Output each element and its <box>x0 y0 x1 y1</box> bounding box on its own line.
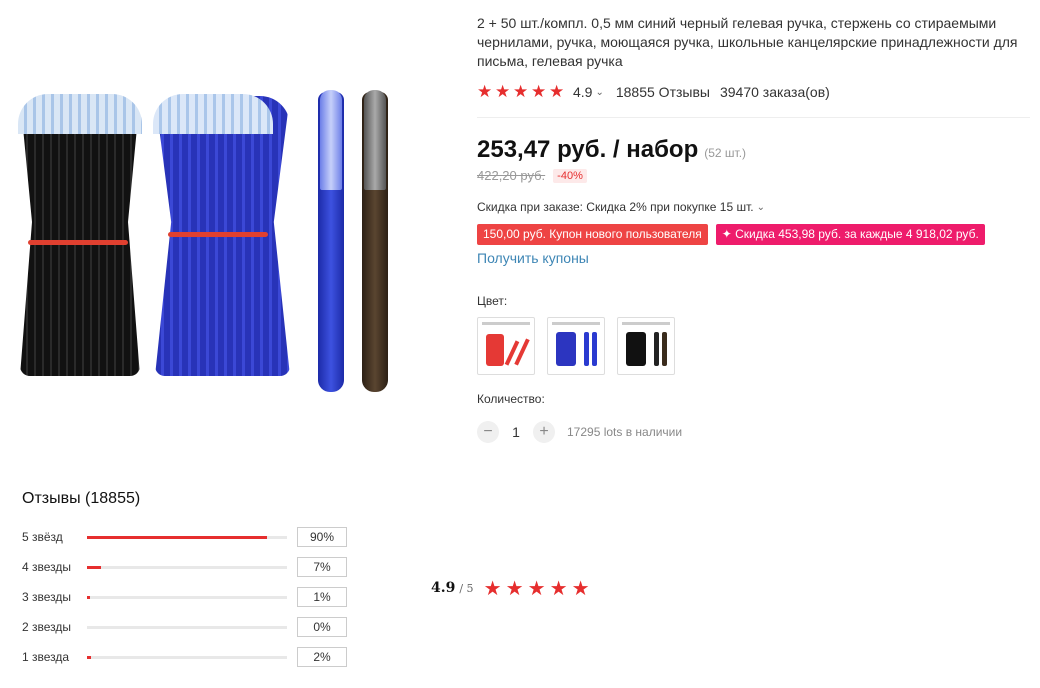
distribution-bar-fill <box>87 655 91 659</box>
star-icon: ★ <box>527 576 546 600</box>
quantity-label: Количество: <box>477 392 545 406</box>
bulk-discount[interactable]: Скидка при заказе: Скидка 2% при покупке… <box>477 200 765 214</box>
star-level-label: 5 звёзд <box>22 530 63 544</box>
bulk-discount-text: Скидка при заказе: Скидка 2% при покупке… <box>477 200 754 214</box>
product-title: 2 + 50 шт./компл. 0,5 мм синий черный ге… <box>477 15 1018 69</box>
reviews-count-link[interactable]: 18855 Отзывы <box>616 84 710 100</box>
review-distribution-row[interactable]: 5 звёзд 90% <box>22 527 347 547</box>
color-swatches <box>477 317 675 375</box>
star-level-label: 1 звезда <box>22 650 70 664</box>
chevron-down-icon[interactable]: ⌄ <box>595 87 603 98</box>
star-level-label: 3 звезды <box>22 590 72 604</box>
quantity-value[interactable]: 1 <box>499 424 533 440</box>
distribution-bar <box>87 625 287 629</box>
average-rating: 4.9 / 5 ★ ★ ★ ★ ★ <box>431 578 591 598</box>
review-distribution-row[interactable]: 2 звезды 0% <box>22 617 347 637</box>
color-option-black[interactable] <box>617 317 675 375</box>
star-icon: ★ <box>513 82 529 101</box>
decrease-button[interactable]: − <box>477 421 499 443</box>
distribution-bar-fill <box>87 595 90 599</box>
distribution-percent: 0% <box>297 617 347 637</box>
divider <box>477 117 1030 118</box>
color-option-blue[interactable] <box>547 317 605 375</box>
star-icon: ★ <box>505 576 524 600</box>
star-level-label: 4 звезды <box>22 560 72 574</box>
blue-bundle-rubber-band <box>168 232 268 237</box>
review-distribution-row[interactable]: 4 звезды 7% <box>22 557 347 577</box>
average-rating-value: 4.9 <box>431 580 456 596</box>
black-refill-tips <box>18 94 142 134</box>
distribution-percent: 1% <box>297 587 347 607</box>
average-rating-stars: ★ ★ ★ ★ ★ <box>484 578 591 598</box>
old-price: 422,20 руб. <box>477 168 546 183</box>
star-icon: ★ <box>477 82 493 101</box>
old-price-row: 422,20 руб. -40% <box>477 168 587 183</box>
review-distribution-row[interactable]: 3 звезды 1% <box>22 587 347 607</box>
star-icon: ★ <box>549 82 565 101</box>
distribution-bar <box>87 565 287 569</box>
discount-badge: -40% <box>553 168 587 183</box>
black-refill-bundle <box>20 96 140 376</box>
rating-value[interactable]: 4.9 <box>573 84 592 100</box>
star-level-label: 2 звезды <box>22 620 72 634</box>
black-pen-cap <box>364 90 386 190</box>
star-icon: ★ <box>571 576 590 600</box>
color-label: Цвет: <box>477 294 508 308</box>
blue-pen-cap <box>320 90 342 190</box>
color-option-red[interactable] <box>477 317 535 375</box>
rating-row: ★ ★ ★ ★ ★ 4.9 ⌄ 18855 Отзывы 39470 заказ… <box>477 83 830 101</box>
black-bundle-rubber-band <box>28 240 128 245</box>
blue-refill-tips <box>153 94 273 134</box>
quantity-stepper: − 1 + 17295 lots в наличии <box>477 421 682 443</box>
distribution-bar <box>87 595 287 599</box>
distribution-percent: 2% <box>297 647 347 667</box>
distribution-percent: 7% <box>297 557 347 577</box>
distribution-bar <box>87 655 287 659</box>
star-icon: ★ <box>483 576 502 600</box>
pieces-count: (52 шт.) <box>704 146 747 160</box>
reviews-title: Отзывы (18855) <box>22 490 141 507</box>
get-coupons-link[interactable]: Получить купоны <box>477 250 589 266</box>
star-icon: ★ <box>549 576 568 600</box>
orders-count: 39470 заказа(ов) <box>719 84 830 100</box>
review-distribution-row[interactable]: 1 звезда 2% <box>22 647 347 667</box>
coupons: 150,00 руб. Купон нового пользователя ✦ … <box>477 224 985 245</box>
star-icon: ★ <box>495 82 511 101</box>
chevron-down-icon[interactable]: ⌄ <box>757 202 765 213</box>
price-row: 253,47 руб. / набор (52 шт.) <box>477 136 746 164</box>
distribution-percent: 90% <box>297 527 347 547</box>
distribution-bar-fill <box>87 535 267 539</box>
star-icon: ★ <box>531 82 547 101</box>
new-user-coupon[interactable]: 150,00 руб. Купон нового пользователя <box>477 224 708 245</box>
stock-info: 17295 lots в наличии <box>567 425 683 439</box>
store-coupon[interactable]: ✦ Скидка 453,98 руб. за каждые 4 918,02 … <box>715 224 985 245</box>
product-image[interactable] <box>0 70 440 440</box>
current-price: 253,47 руб. / набор <box>477 136 699 163</box>
distribution-bar-fill <box>87 565 101 569</box>
increase-button[interactable]: + <box>533 421 555 443</box>
average-rating-scale: / 5 <box>459 581 474 595</box>
distribution-bar <box>87 535 287 539</box>
rating-stars: ★ ★ ★ ★ ★ <box>477 82 565 101</box>
